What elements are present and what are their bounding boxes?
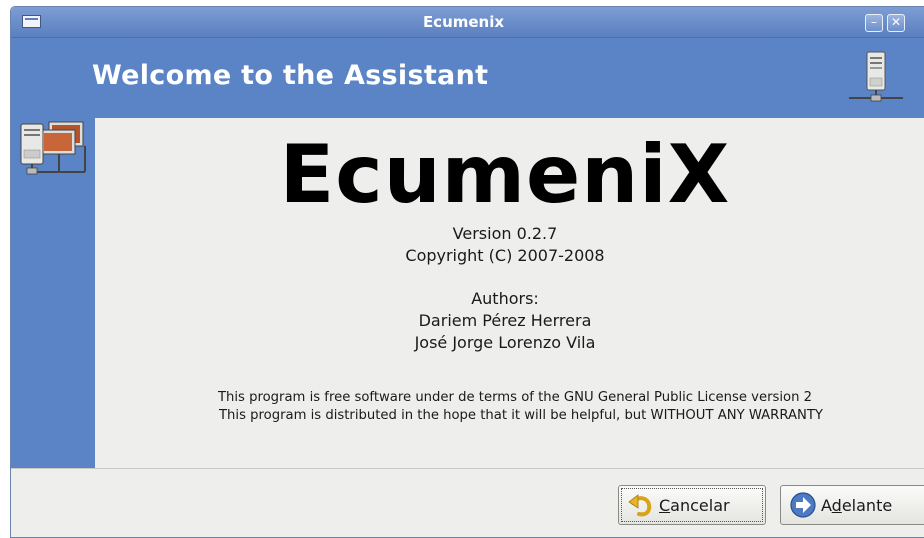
server-icon	[849, 51, 903, 102]
assistant-window: Ecumenix – ✕ Welcome to the Assistant Ec…	[10, 6, 924, 538]
next-button-label: Adelante	[821, 495, 893, 515]
version-text: Version 0.2.7	[452, 224, 558, 243]
button-area-divider	[11, 468, 924, 469]
license-text-line-1: This program is free software under de t…	[217, 390, 813, 405]
sidebar	[11, 118, 95, 468]
title-bar[interactable]: Ecumenix – ✕	[11, 7, 924, 38]
app-logo-text: EcumeniX	[279, 128, 731, 221]
next-button[interactable]: Adelante	[780, 485, 924, 525]
cancel-button[interactable]: Cancelar	[618, 485, 766, 525]
close-button[interactable]: ✕	[887, 14, 905, 32]
forward-arrow-icon	[790, 492, 816, 518]
author-name: Dariem Pérez Herrera	[418, 311, 592, 330]
license-text-line-2: This program is distributed in the hope …	[219, 408, 823, 423]
undo-arrow-icon	[628, 494, 652, 517]
header-banner: Welcome to the Assistant	[11, 38, 924, 118]
about-panel: EcumeniX Version 0.2.7 Copyright (C) 200…	[95, 118, 924, 468]
network-computers-icon	[20, 121, 86, 175]
minimize-button[interactable]: –	[865, 14, 883, 32]
copyright-text: Copyright (C) 2007-2008	[405, 246, 605, 265]
cancel-button-label: Cancelar	[659, 495, 730, 515]
authors-label: Authors:	[471, 289, 539, 308]
author-name: José Jorge Lorenzo Vila	[414, 333, 596, 352]
banner-title: Welcome to the Assistant	[92, 60, 489, 91]
window-title: Ecumenix	[422, 13, 505, 31]
